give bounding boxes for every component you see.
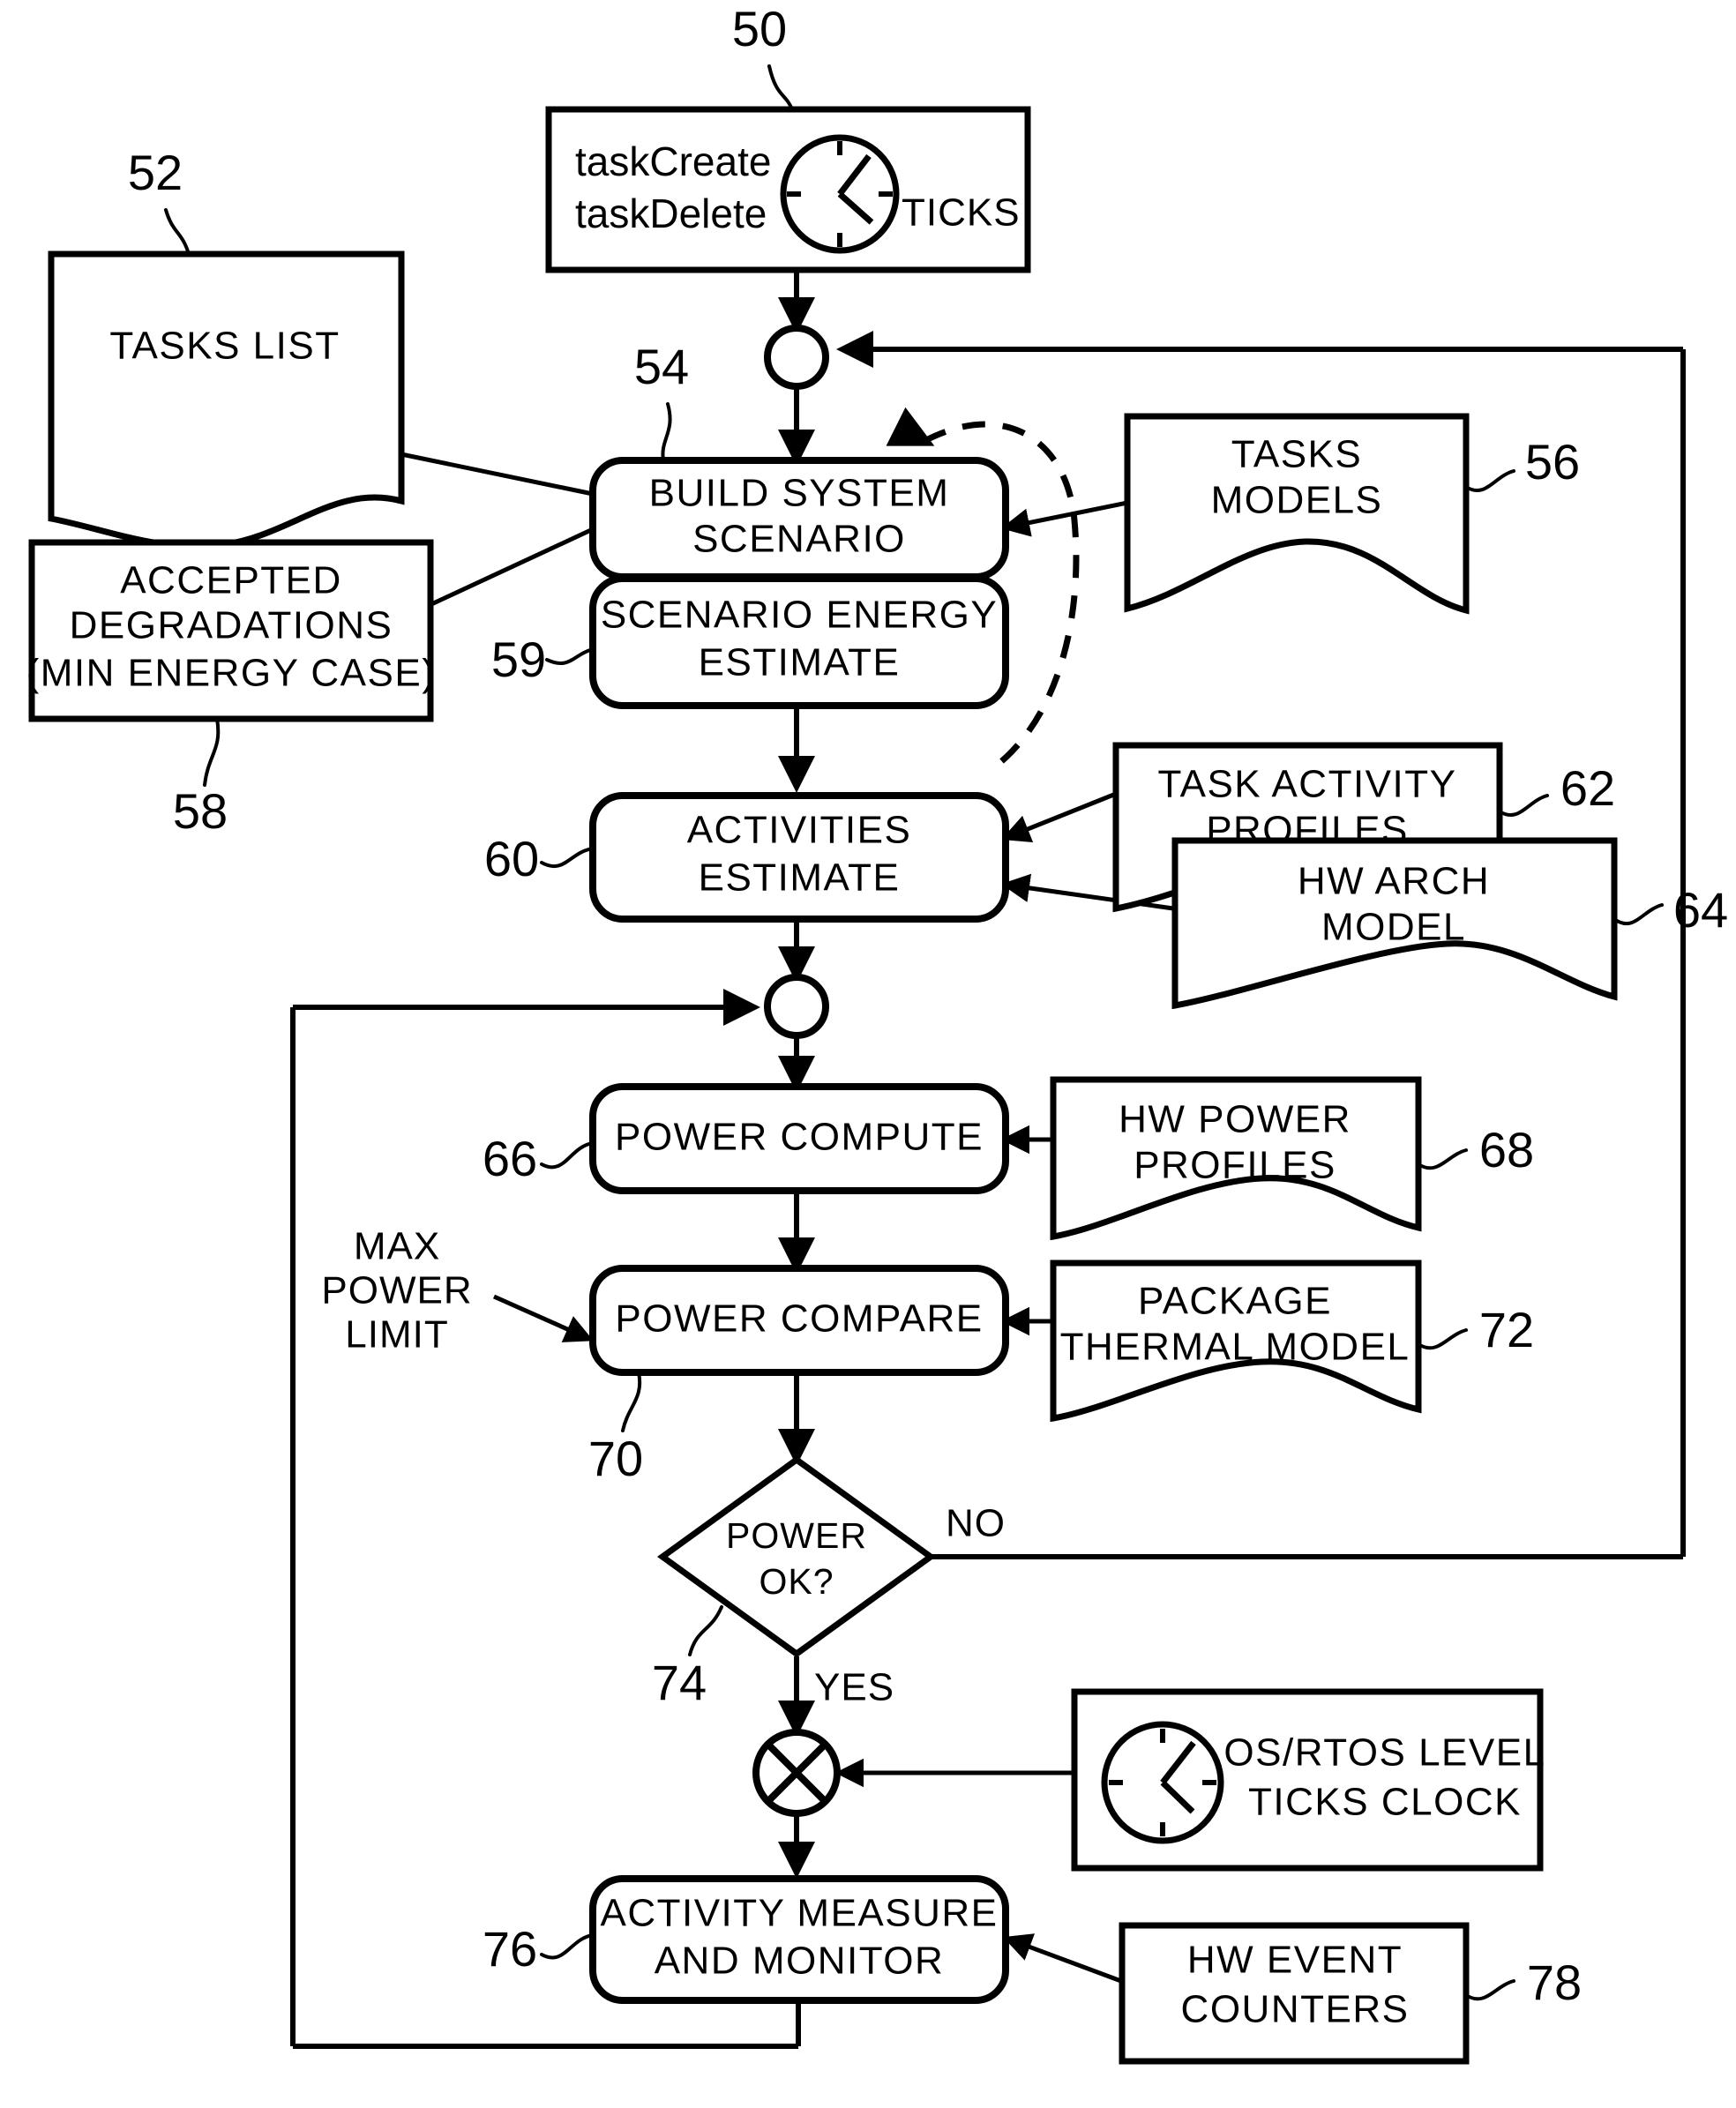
connector-profiles-to-activities [1000, 791, 1117, 843]
ref-label-54: 54 [634, 339, 689, 394]
ref-62: 62 [1498, 760, 1615, 818]
max-power-limit-line2: POWER [321, 1269, 472, 1312]
build-scenario-line2: SCENARIO [692, 518, 906, 561]
activity-measure-line1: ACTIVITY MEASURE [600, 1892, 998, 1935]
accepted-degradations-line3: (MIN ENERGY CASE) [26, 652, 437, 695]
hw-power-profiles-line2: PROFILES [1134, 1144, 1336, 1187]
max-power-limit-line3: LIMIT [345, 1313, 448, 1357]
ref-59: 59 [491, 632, 595, 687]
scenario-energy-line2: ESTIMATE [699, 641, 901, 684]
connector-tasksmodels-to-build [1000, 500, 1128, 537]
hw-power-profiles-line1: HW POWER [1119, 1098, 1351, 1141]
connector-degradations-to-energy [428, 527, 595, 608]
tasks-list-label: TASKS LIST [109, 325, 340, 368]
node-merge-junction-middle [764, 974, 829, 1039]
connector-taskslist-to-build [400, 452, 594, 497]
tasks-models-line2: MODELS [1211, 479, 1383, 522]
ticks-clock-line2: TICKS CLOCK [1248, 1781, 1522, 1824]
node-tasks-list[interactable]: TASKS LIST [48, 250, 405, 549]
ref-66: 66 [483, 1131, 595, 1186]
node-power-compare[interactable]: POWER COMPARE [589, 1265, 1009, 1376]
os-api-line1: taskCreate [575, 138, 771, 184]
ref-label-56: 56 [1525, 434, 1580, 490]
hw-arch-model-line1: HW ARCH [1298, 860, 1490, 903]
ref-72: 72 [1417, 1302, 1534, 1357]
node-package-thermal-model[interactable]: PACKAGE THERMAL MODEL [1050, 1260, 1422, 1423]
ref-74: 74 [652, 1605, 723, 1710]
ref-label-50: 50 [732, 1, 787, 56]
ref-68: 68 [1417, 1122, 1534, 1177]
ref-label-58: 58 [173, 783, 228, 839]
ref-78: 78 [1464, 1955, 1582, 2010]
ref-label-59: 59 [491, 632, 546, 687]
ref-label-78: 78 [1527, 1955, 1582, 2010]
node-power-compute[interactable]: POWER COMPUTE [589, 1083, 1009, 1194]
node-activities-estimate[interactable]: ACTIVITIES ESTIMATE [589, 792, 1009, 923]
tasks-models-line1: TASKS [1231, 433, 1363, 476]
ticks-clock-line1: OS/RTOS LEVEL [1223, 1731, 1545, 1775]
ref-label-62: 62 [1560, 760, 1615, 816]
flowchart-svg: taskCreate taskDelete TICKS 50 TASKS LIS… [26, 1, 1728, 2065]
node-tasks-models[interactable]: TASKS MODELS [1124, 413, 1470, 615]
hw-event-counters-line1: HW EVENT [1187, 1939, 1403, 1982]
ref-60: 60 [484, 831, 595, 886]
power-ok-line1: POWER [726, 1515, 867, 1556]
accepted-degradations-line1: ACCEPTED [120, 559, 342, 602]
ref-label-70: 70 [588, 1431, 643, 1486]
ref-54: 54 [634, 339, 689, 462]
power-compare-label: POWER COMPARE [615, 1297, 983, 1341]
accepted-degradations-line2: DEGRADATIONS [70, 604, 393, 647]
node-hw-power-profiles[interactable]: HW POWER PROFILES [1050, 1076, 1422, 1241]
branch-label-yes: YES [814, 1666, 894, 1709]
power-compute-label: POWER COMPUTE [615, 1116, 984, 1159]
node-ticks-clock[interactable]: OS/RTOS LEVEL TICKS CLOCK [1071, 1688, 1546, 1872]
node-os-api-box[interactable]: taskCreate taskDelete TICKS [545, 106, 1031, 273]
node-scenario-energy-estimate[interactable]: SCENARIO ENERGY ESTIMATE [589, 575, 1009, 709]
branch-label-no: NO [946, 1502, 1006, 1545]
ref-50: 50 [732, 1, 794, 111]
package-thermal-line2: THERMAL MODEL [1060, 1326, 1410, 1369]
node-cross-junction [752, 1729, 841, 1817]
ref-64: 64 [1613, 882, 1728, 938]
package-thermal-line1: PACKAGE [1138, 1280, 1332, 1323]
ref-58: 58 [173, 717, 228, 839]
node-hw-arch-model[interactable]: HW ARCH MODEL [1171, 837, 1618, 1010]
node-activity-measure[interactable]: ACTIVITY MEASURE AND MONITOR [589, 1875, 1009, 2004]
clock-icon [780, 134, 900, 254]
task-activity-profiles-line1: TASK ACTIVITY [1158, 763, 1457, 806]
os-api-line2: taskDelete [575, 191, 767, 236]
ref-label-68: 68 [1479, 1122, 1534, 1177]
node-build-system-scenario[interactable]: BUILD SYSTEM SCENARIO [589, 457, 1009, 580]
max-power-limit-line1: MAX [354, 1225, 440, 1268]
node-merge-junction-top [764, 325, 829, 390]
ref-label-60: 60 [484, 831, 539, 886]
label-max-power-limit: MAX POWER LIMIT [321, 1225, 472, 1357]
hw-event-counters-line2: COUNTERS [1181, 1988, 1410, 2031]
ref-label-72: 72 [1479, 1302, 1534, 1357]
patent-figure: taskCreate taskDelete TICKS 50 TASKS LIS… [0, 0, 1736, 2108]
power-ok-line2: OK? [759, 1561, 834, 1602]
ref-70: 70 [588, 1371, 643, 1486]
ref-52: 52 [128, 145, 191, 256]
ref-76: 76 [483, 1921, 595, 1977]
ref-label-66: 66 [483, 1131, 537, 1186]
activities-estimate-line2: ESTIMATE [699, 856, 901, 900]
node-hw-event-counters[interactable]: HW EVENT COUNTERS [1119, 1922, 1470, 2065]
activity-measure-line2: AND MONITOR [655, 1940, 945, 1983]
os-api-ticks-label: TICKS [902, 191, 1021, 235]
build-scenario-line1: BUILD SYSTEM [649, 472, 950, 515]
ref-label-76: 76 [483, 1921, 537, 1977]
node-accepted-degradations[interactable]: ACCEPTED DEGRADATIONS (MIN ENERGY CASE) [26, 539, 437, 722]
connector-maxpower-to-compare [492, 1294, 594, 1342]
node-power-ok-decision[interactable]: POWER OK? [657, 1455, 936, 1658]
ref-label-74: 74 [652, 1655, 707, 1710]
activities-estimate-line1: ACTIVITIES [687, 809, 912, 852]
ref-56: 56 [1464, 434, 1580, 493]
scenario-energy-line1: SCENARIO ENERGY [601, 594, 998, 637]
ref-label-52: 52 [128, 145, 183, 200]
ref-label-64: 64 [1673, 882, 1728, 938]
hw-arch-model-line2: MODEL [1321, 906, 1466, 949]
clock-icon [1101, 1721, 1224, 1844]
